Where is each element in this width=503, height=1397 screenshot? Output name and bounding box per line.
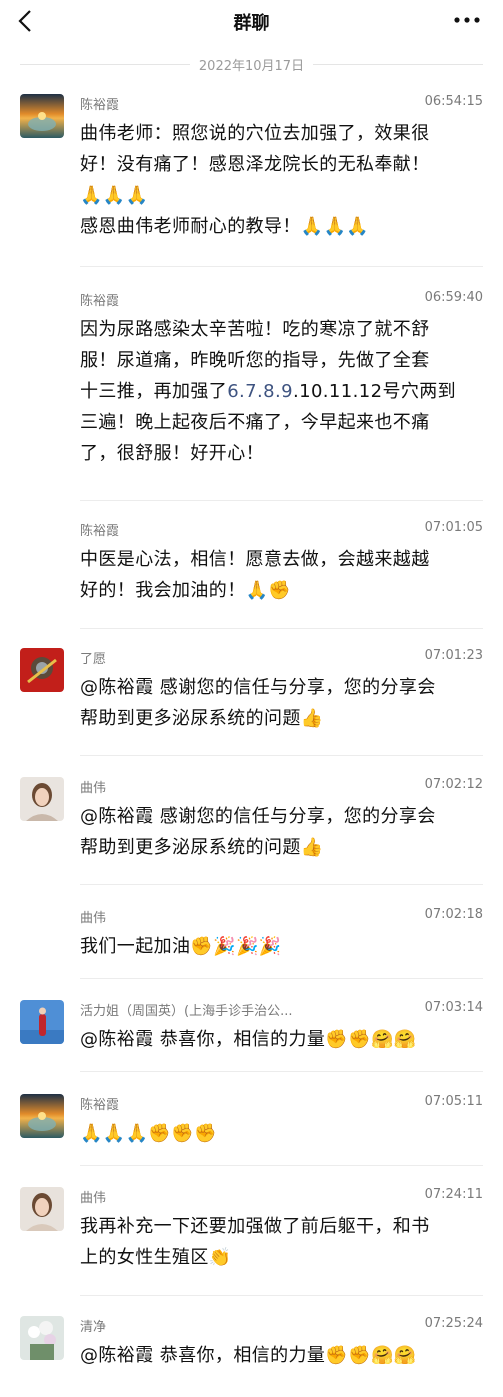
timestamp: 07:02:18 (424, 907, 483, 922)
avatar[interactable] (20, 1000, 64, 1044)
avatar[interactable] (20, 777, 64, 821)
sender-name: 曲伟 (80, 911, 107, 926)
divider (80, 884, 483, 885)
divider (80, 755, 483, 756)
divider (80, 1295, 483, 1296)
sender-name: 曲伟 (80, 781, 107, 796)
sender-name: 活力姐（周国英）(上海手诊手治公... (80, 1004, 293, 1019)
avatar[interactable] (20, 94, 64, 138)
timestamp: 06:59:40 (424, 290, 483, 305)
message-text: 因为尿路感染太辛苦啦！吃的寒凉了就不舒 服！尿道痛，昨晚听您的指导，先做了全套 … (80, 319, 457, 464)
message-text: @陈裕霞 感谢您的信任与分享，您的分享会 帮助到更多泌尿系统的问题👍 (80, 806, 436, 858)
sender-name: 陈裕霞 (80, 98, 120, 113)
sender-name: 曲伟 (80, 1191, 107, 1206)
timestamp: 07:01:05 (424, 520, 483, 535)
divider (80, 978, 483, 979)
title-bar: 群聊 (0, 0, 503, 44)
timestamp: 07:25:24 (424, 1316, 483, 1331)
sender-name: 陈裕霞 (80, 524, 120, 539)
avatar[interactable] (20, 648, 64, 692)
timestamp: 07:02:12 (424, 777, 483, 792)
timestamp: 07:05:11 (424, 1094, 483, 1109)
timestamp: 07:24:11 (424, 1187, 483, 1202)
sender-name: 陈裕霞 (80, 1098, 120, 1113)
highlight-number: 6.7.8.9 (227, 381, 293, 402)
divider (80, 1165, 483, 1166)
message-text: @陈裕霞 感谢您的信任与分享，您的分享会 帮助到更多泌尿系统的问题👍 (80, 677, 436, 729)
avatar[interactable] (20, 1187, 64, 1231)
sender-name: 清净 (80, 1320, 107, 1335)
divider (80, 628, 483, 629)
message-text: 曲伟老师：照您说的穴位去加强了，效果很 好！没有痛了！感恩泽龙院长的无私奉献！ … (80, 123, 430, 237)
sender-name: 了愿 (80, 652, 107, 667)
timestamp: 07:01:23 (424, 648, 483, 663)
message-text: 🙏🙏🙏✊✊✊ (80, 1123, 217, 1144)
message-text: 我们一起加油✊🎉🎉🎉 (80, 936, 282, 957)
divider (80, 500, 483, 501)
message-text: 中医是心法，相信！愿意去做，会越来越越 好的！我会加油的！🙏✊ (80, 549, 430, 601)
divider (80, 266, 483, 267)
message-text: 我再补充一下还要加强做了前后躯干，和书 上的女性生殖区👏 (80, 1216, 430, 1268)
date-separator: 2022年10月17日 (0, 54, 503, 74)
more-button[interactable] (453, 10, 481, 30)
divider (80, 1071, 483, 1072)
sender-name: 陈裕霞 (80, 294, 120, 309)
timestamp: 07:03:14 (424, 1000, 483, 1015)
message-text: @陈裕霞 恭喜你，相信的力量✊✊🤗🤗 (80, 1029, 417, 1050)
timestamp: 06:54:15 (424, 94, 483, 109)
avatar[interactable] (20, 1094, 64, 1138)
avatar[interactable] (20, 1316, 64, 1360)
page-title: 群聊 (233, 13, 270, 34)
message-text: @陈裕霞 恭喜你，相信的力量✊✊🤗🤗 (80, 1345, 417, 1366)
more-dots-icon (454, 17, 480, 23)
